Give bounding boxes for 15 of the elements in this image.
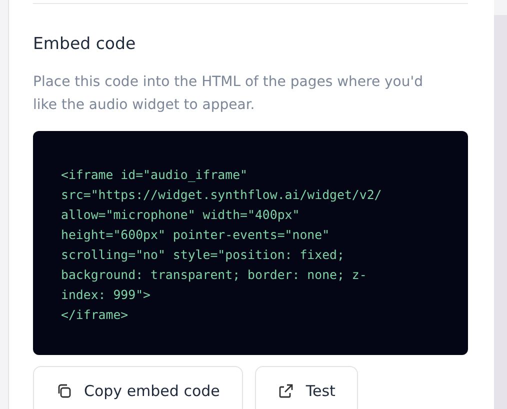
- copy-button[interactable]: Copy embed code: [33, 366, 243, 409]
- section-description: Place this code into the HTML of the pages where you'd like the audio widget to appear.: [33, 73, 424, 115]
- code-line: background: transparent; border: none; z-: [61, 266, 368, 284]
- code-line: </iframe>: [61, 306, 130, 324]
- code-line: allow="microphone" width="400px": [61, 206, 301, 224]
- copy-icon: [56, 383, 72, 399]
- code-line: height="600px" pointer-events="none": [61, 226, 331, 244]
- section-title: Embed code: [33, 33, 137, 55]
- external-link-icon: [278, 383, 294, 399]
- code-line: index: 999">: [61, 286, 152, 304]
- scrollbar-track[interactable]: [494, 15, 507, 409]
- code-line: scrolling="no" style="position: fixed;: [61, 246, 346, 264]
- code-line: <iframe id="audio_iframe": [61, 166, 248, 184]
- test-button[interactable]: Test: [254, 366, 358, 409]
- code-line: src="https://widget.synthflow.ai/widget/v2/: [61, 186, 383, 204]
